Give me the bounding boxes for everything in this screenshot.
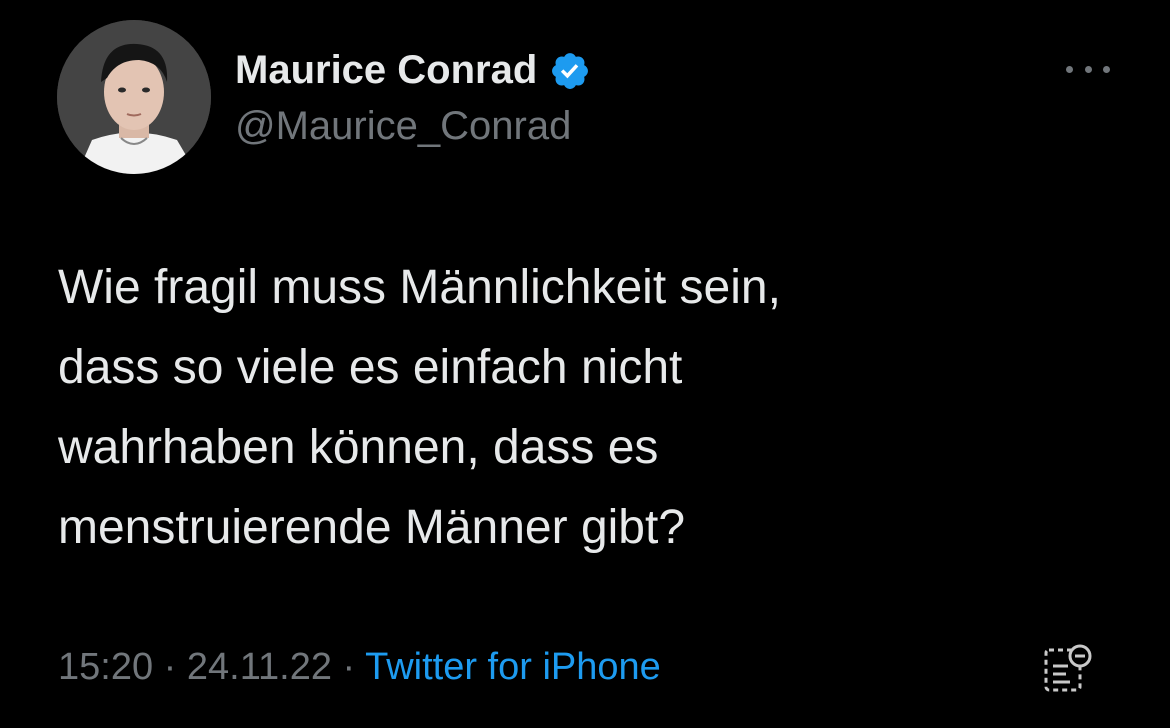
more-dot xyxy=(1066,65,1073,73)
avatar-photo xyxy=(57,20,211,174)
tweet-meta: 15:20 · 24.11.22 · Twitter for iPhone xyxy=(58,646,661,689)
more-dot xyxy=(1103,65,1110,73)
tweet-text-line: menstruierende Männer gibt? xyxy=(58,501,686,554)
tweet-analytics-icon[interactable] xyxy=(1040,640,1096,696)
tweet-text-line: dass so viele es einfach nicht xyxy=(58,341,683,394)
tweet-time[interactable]: 15:20 xyxy=(58,646,153,688)
tweet-card: Maurice Conrad @Maurice_Conrad Wie fragi… xyxy=(0,0,1170,728)
verified-badge-icon xyxy=(552,52,589,89)
tweet-date[interactable]: 24.11.22 xyxy=(187,646,332,688)
tweet-text: Wie fragil muss Männlichkeit sein, dass … xyxy=(58,248,1118,568)
meta-separator: · xyxy=(331,646,366,688)
avatar[interactable] xyxy=(57,20,211,174)
tweet-text-line: Wie fragil muss Männlichkeit sein, xyxy=(58,261,781,314)
more-dot xyxy=(1084,65,1092,73)
tweet-source-link[interactable]: Twitter for iPhone xyxy=(365,646,661,688)
more-options-icon[interactable] xyxy=(1066,62,1110,76)
author-name-row: Maurice Conrad xyxy=(235,48,591,93)
author-handle[interactable]: @Maurice_Conrad xyxy=(235,104,571,149)
tweet-text-line: wahrhaben können, dass es xyxy=(58,421,659,474)
author-name[interactable]: Maurice Conrad xyxy=(235,48,537,93)
meta-separator: · xyxy=(153,646,187,688)
